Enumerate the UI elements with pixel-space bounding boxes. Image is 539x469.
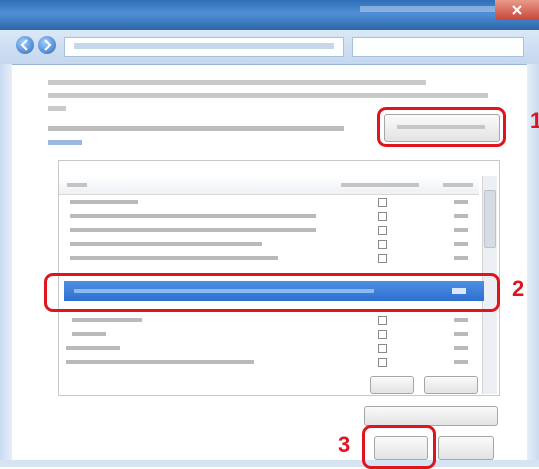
back-icon xyxy=(20,39,28,51)
window-frame-left xyxy=(0,64,12,467)
list-item-type xyxy=(454,360,468,364)
checkbox-icon[interactable] xyxy=(378,226,387,235)
window-title-bar xyxy=(0,0,539,30)
list-item-type xyxy=(454,242,468,246)
callout-box-2 xyxy=(44,273,500,312)
list-item[interactable] xyxy=(72,318,142,322)
callout-number-1: 1 xyxy=(530,110,539,132)
list-item[interactable] xyxy=(72,332,106,336)
address-text-blur xyxy=(74,43,334,49)
list-rows-lower xyxy=(64,304,476,384)
instruction-text xyxy=(48,126,344,131)
description-line xyxy=(48,80,426,85)
checkbox-icon[interactable] xyxy=(378,330,387,339)
checkbox-icon[interactable] xyxy=(378,198,387,207)
back-button[interactable] xyxy=(16,36,34,54)
list-item[interactable] xyxy=(66,346,120,350)
list-scroll-thumb[interactable] xyxy=(484,190,496,248)
window-frame-bottom xyxy=(0,460,539,467)
list-item[interactable] xyxy=(70,214,316,218)
list-item-type xyxy=(454,256,468,260)
list-item[interactable] xyxy=(70,242,262,246)
checkbox-icon[interactable] xyxy=(378,240,387,249)
checkbox-icon[interactable] xyxy=(378,212,387,221)
column-header-name[interactable] xyxy=(67,183,87,187)
close-icon xyxy=(512,5,522,15)
callout-box-1 xyxy=(377,107,506,147)
column-header-state[interactable] xyxy=(341,183,419,187)
restore-defaults-button[interactable] xyxy=(364,406,498,426)
list-item[interactable] xyxy=(66,360,254,364)
list-item-type xyxy=(454,228,468,232)
callout-number-3: 3 xyxy=(338,432,351,457)
description-line xyxy=(48,93,488,98)
help-link[interactable] xyxy=(48,140,82,145)
secondary-button[interactable] xyxy=(424,376,478,394)
list-item-type xyxy=(454,332,468,336)
cancel-button[interactable] xyxy=(438,436,494,460)
list-item-type xyxy=(454,346,468,350)
list-item[interactable] xyxy=(70,200,138,204)
checkbox-icon[interactable] xyxy=(378,344,387,353)
properties-button[interactable] xyxy=(370,376,414,394)
list-item-type xyxy=(454,200,468,204)
list-item[interactable] xyxy=(70,228,316,232)
list-item-type xyxy=(454,214,468,218)
search-field[interactable] xyxy=(352,37,524,57)
list-rows-upper xyxy=(64,198,476,278)
list-item-type xyxy=(454,318,468,322)
close-button[interactable] xyxy=(495,0,539,20)
forward-button[interactable] xyxy=(38,36,56,54)
callout-number-2: 2 xyxy=(512,276,525,301)
list-item[interactable] xyxy=(70,256,278,260)
checkbox-icon[interactable] xyxy=(378,358,387,367)
checkbox-icon[interactable] xyxy=(378,316,387,325)
forward-icon xyxy=(44,39,52,51)
column-header-type[interactable] xyxy=(443,183,473,187)
list-header xyxy=(59,176,479,195)
checkbox-icon[interactable] xyxy=(378,254,387,263)
description-line xyxy=(48,106,66,111)
callout-box-3 xyxy=(362,425,436,469)
